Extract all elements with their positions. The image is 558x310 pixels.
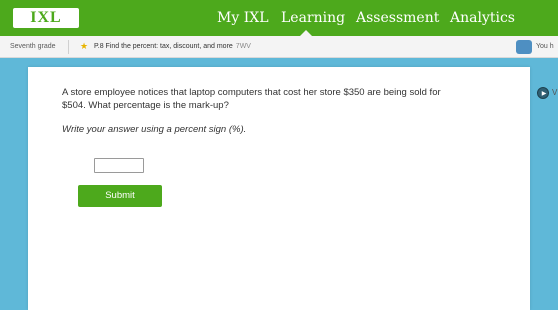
- video-icon[interactable]: ▶: [537, 87, 549, 99]
- nav-learning[interactable]: Learning: [281, 0, 345, 36]
- nav-analytics[interactable]: Analytics: [450, 0, 515, 36]
- breadcrumb-grade[interactable]: Seventh grade: [10, 36, 56, 58]
- question-text-line-2: $504. What percentage is the mark-up?: [62, 100, 229, 111]
- answer-instruction: Write your answer using a percent sign (…: [62, 124, 247, 135]
- question-card: A store employee notices that laptop com…: [28, 67, 530, 310]
- logo-text: IXL: [30, 9, 62, 26]
- breadcrumb-divider: [68, 40, 69, 54]
- play-icon: ▶: [541, 91, 547, 97]
- side-panel-label[interactable]: V: [552, 87, 557, 99]
- breadcrumb-skill: P.8 Find the percent: tax, discount, and…: [94, 36, 251, 58]
- skill-code: 7WV: [235, 43, 251, 50]
- breadcrumb-bar: Seventh grade ★ P.8 Find the percent: ta…: [0, 36, 558, 58]
- top-navigation-bar: IXL My IXL Learning Assessment Analytics: [0, 0, 558, 36]
- nav-assessment[interactable]: Assessment: [356, 0, 439, 36]
- help-video-icon[interactable]: [516, 40, 532, 54]
- star-icon: ★: [80, 41, 89, 51]
- nav-my-ixl[interactable]: My IXL: [217, 0, 269, 36]
- question-text-line-1: A store employee notices that laptop com…: [62, 87, 441, 98]
- ixl-logo[interactable]: IXL: [13, 8, 79, 28]
- answer-input[interactable]: [94, 158, 144, 173]
- skill-title: P.8 Find the percent: tax, discount, and…: [94, 43, 233, 50]
- submit-button[interactable]: Submit: [78, 185, 162, 207]
- help-link[interactable]: You h: [536, 36, 554, 58]
